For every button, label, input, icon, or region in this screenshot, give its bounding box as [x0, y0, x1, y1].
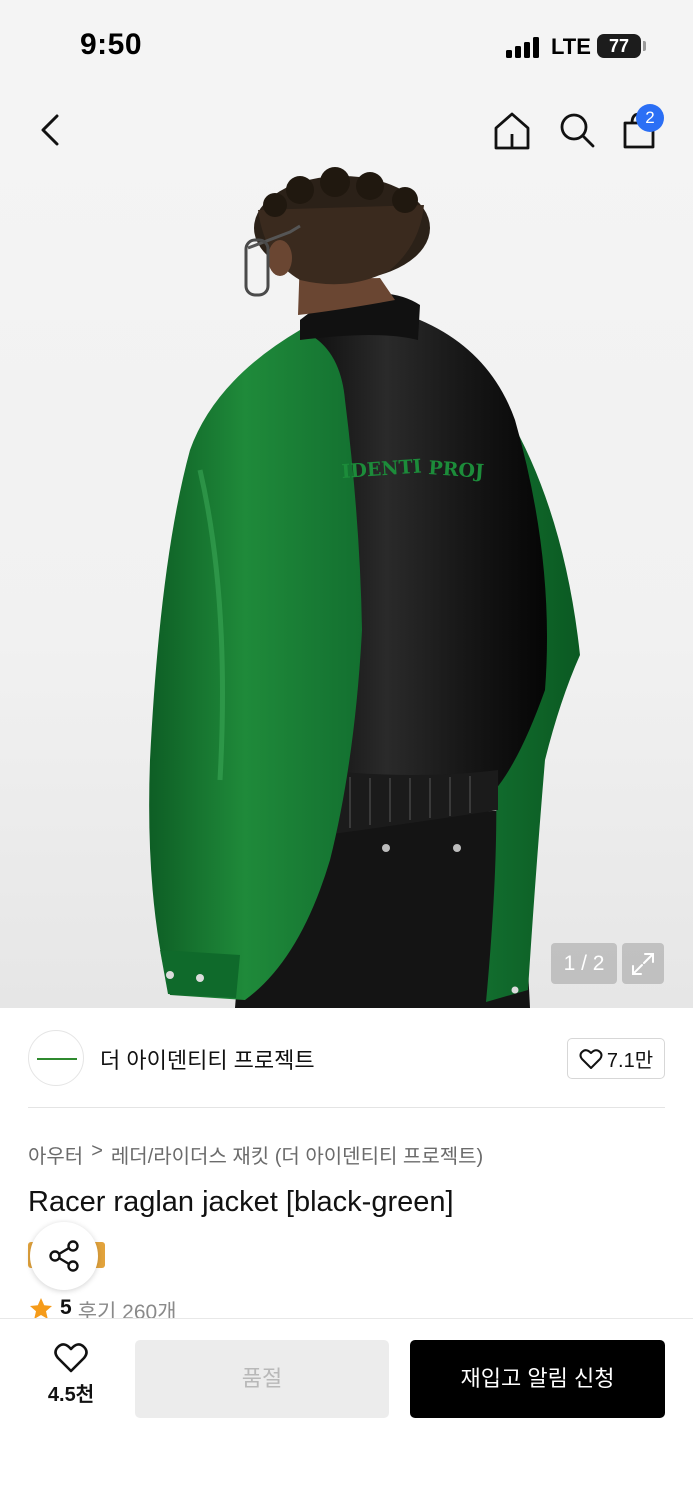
share-icon: [49, 1240, 79, 1272]
expand-button[interactable]: [622, 943, 664, 984]
jacket-print-right: PROJ: [428, 457, 485, 483]
battery-cap: [643, 41, 646, 51]
network-label: LTE: [551, 34, 591, 59]
brand-like-count: 7.1만: [606, 1050, 654, 1072]
battery-icon: 77: [597, 34, 641, 58]
home-button[interactable]: [490, 108, 534, 152]
divider: [28, 1107, 665, 1108]
rating-score: 5: [60, 1296, 72, 1318]
image-counter: 1 / 2: [551, 943, 617, 984]
status-time: 9:50: [80, 28, 143, 61]
brand-row[interactable]: 더 아이덴티티 프로젝트 7.1만: [28, 1030, 665, 1086]
soldout-button[interactable]: 품절: [135, 1340, 389, 1418]
home-icon: [494, 112, 530, 150]
brand-logo: [28, 1030, 84, 1086]
product-title: Racer raglan jacket [black-green]: [28, 1186, 454, 1218]
breadcrumb: 아우터 > 레더/라이더스 재킷 (더 아이덴티티 프로젝트): [28, 1140, 483, 1169]
rating-row[interactable]: 5 후기 260개: [28, 1296, 177, 1318]
search-button[interactable]: [555, 108, 599, 152]
product-image-gallery[interactable]: IDENTI PROJ: [0, 90, 693, 1008]
back-button[interactable]: [30, 110, 70, 150]
breadcrumb-subcategory[interactable]: 레더/라이더스 재킷 (더 아이덴티티 프로젝트): [111, 1140, 483, 1169]
brand-name[interactable]: 더 아이덴티티 프로젝트: [100, 1043, 315, 1075]
chevron-right-icon: >: [91, 1140, 103, 1162]
signal-icon: [506, 36, 544, 58]
wish-count: 4.5천: [47, 1384, 95, 1406]
breadcrumb-category[interactable]: 아우터: [28, 1140, 83, 1169]
search-icon: [560, 113, 595, 148]
star-icon: [30, 1298, 52, 1318]
review-count[interactable]: 후기 260개: [78, 1296, 177, 1318]
restock-alert-button[interactable]: 재입고 알림 신청: [410, 1340, 665, 1418]
expand-icon: [632, 952, 654, 975]
cart-count-badge: 2: [636, 104, 664, 132]
heart-icon: [54, 1343, 88, 1373]
product-photo: IDENTI PROJ: [149, 167, 580, 1008]
share-button[interactable]: [30, 1222, 98, 1290]
brand-like-button[interactable]: 7.1만: [567, 1038, 665, 1079]
wish-button[interactable]: 4.5천: [36, 1342, 106, 1414]
status-bar: 9:50 LTE 77: [0, 0, 693, 90]
heart-outline-icon: [579, 1048, 603, 1069]
chevron-left-icon: [41, 114, 59, 146]
